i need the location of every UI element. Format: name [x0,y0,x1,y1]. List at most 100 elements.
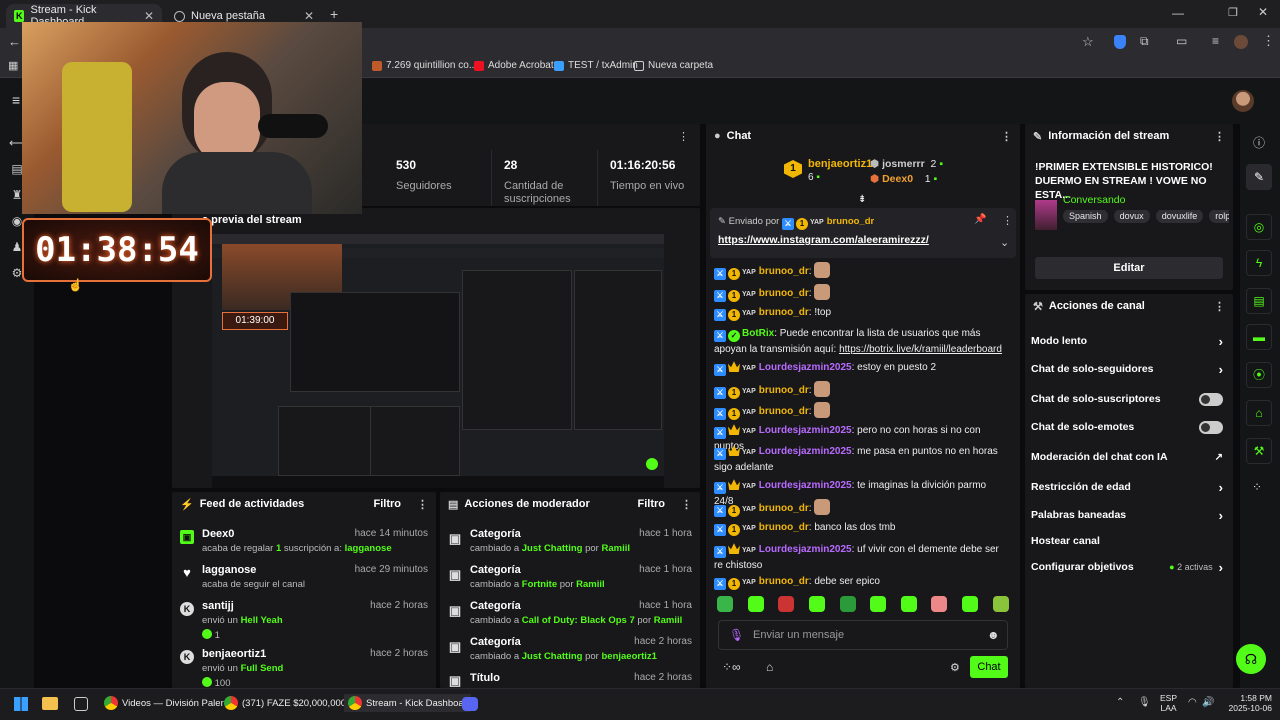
chat-username[interactable]: brunoo_dr [759,522,809,533]
queue-icon[interactable]: ≡ [1212,34,1219,48]
windows-start-icon[interactable] [14,697,28,711]
close-icon[interactable]: ✕ [304,9,314,23]
channel-action-item[interactable]: Moderación del chat con IA ↗ [1031,446,1223,468]
apps-grid-icon[interactable]: ▦ [8,59,18,72]
chat-username[interactable]: brunoo_dr [759,406,809,417]
bookmark-item[interactable]: TEST / txAdmin [554,60,638,71]
tray-chevron-icon[interactable]: ⌃ [1116,697,1124,708]
tools-icon[interactable]: ⚒ [1246,438,1272,464]
store-icon[interactable]: ⌂ [766,660,773,674]
clock[interactable]: 1:58 PM 2025-10-06 [1224,693,1272,713]
pinned-link[interactable]: https://www.instagram.com/aleeramirezzz/ [718,234,929,246]
channel-action-item[interactable]: Chat de solo-emotes [1031,416,1223,438]
panel-menu-icon[interactable]: ⋮ [1214,130,1225,143]
minimize-icon[interactable]: — [1172,6,1184,20]
preview-video[interactable]: 01:39:00 [212,234,664,488]
emote-icon[interactable] [809,596,826,612]
unpin-icon[interactable]: 📌 [974,214,986,225]
pinned-menu-icon[interactable]: ⋮ [1002,214,1013,227]
channel-action-item[interactable]: Modo lento › [1031,330,1223,352]
chat-input[interactable]: 🎙 Enviar un mensaje ☻ [718,620,1008,650]
document-icon[interactable]: ▤ [1246,288,1272,314]
panel-menu-icon[interactable]: ⋮ [1001,130,1012,143]
microphone-icon[interactable]: 🎙 [1138,697,1151,708]
chat-username[interactable]: brunoo_dr [759,307,809,318]
bookmark-item[interactable]: Nueva carpeta [634,60,713,71]
panel-menu-icon[interactable]: ⋮ [1214,300,1225,313]
send-chat-button[interactable]: Chat [970,656,1008,678]
window-close-icon[interactable]: ✕ [1258,5,1268,19]
chat-username[interactable]: brunoo_dr [759,266,809,277]
chevron-down-icon[interactable]: ⌄ [1000,236,1009,249]
emote-icon[interactable] [747,596,764,612]
chat-username[interactable]: Lourdesjazmin2025 [759,425,852,436]
feed-filter-button[interactable]: Filtro [374,498,402,510]
back-icon[interactable]: ← [8,34,21,49]
star-icon[interactable]: ☆ [1082,34,1094,50]
chat-username[interactable]: brunoo_dr [759,503,809,514]
stream-category[interactable]: Conversando [1063,194,1125,206]
taskbar-item[interactable]: (371) FAZE $20,000,000 : [224,696,351,710]
panel-menu-icon[interactable]: ⋮ [678,130,689,143]
edit-stream-button[interactable]: Editar [1035,257,1223,279]
channel-action-item[interactable]: Restricción de edad › [1031,476,1223,498]
emote-icon[interactable] [962,596,979,612]
channel-action-item[interactable]: Chat de solo-seguidores › [1031,358,1223,380]
extensions-icon[interactable]: ⧉ [1140,34,1149,49]
emote-icon[interactable] [778,596,795,612]
expand-leaders-icon[interactable]: ⇟ [858,194,866,205]
wifi-icon[interactable]: ◠ [1188,697,1197,708]
lightning-icon[interactable]: ϟ [1246,250,1272,276]
broadcast-icon[interactable]: ⦿ [1246,362,1272,388]
chat-username[interactable]: BotRix [742,328,774,339]
file-explorer-icon[interactable] [42,697,58,710]
close-icon[interactable]: ✕ [144,9,154,23]
menu-kebab-icon[interactable]: ⋮ [1262,33,1275,49]
taskbar-item[interactable]: Videos — División Paler [104,696,224,710]
chat-username[interactable]: brunoo_dr [759,576,809,587]
chat-username[interactable]: Lourdesjazmin2025 [759,362,852,373]
emote-icon[interactable] [992,596,1009,612]
channel-action-item[interactable]: Hostear canal [1031,530,1223,552]
profile-avatar[interactable] [1234,35,1248,49]
taskbar-item-active[interactable]: Stream - Kick Dashboar [344,694,471,712]
emote-icon[interactable] [931,596,948,612]
apps-icon[interactable]: ⁘ [1252,480,1262,494]
chat-link[interactable]: https://botrix.live/k/ramiil/leaderboard [839,344,1002,355]
modactions-filter-button[interactable]: Filtro [638,498,666,510]
channel-action-item[interactable]: Chat de solo-suscriptores [1031,388,1223,410]
edit-icon[interactable]: ✎ [1246,164,1272,190]
cast-icon[interactable]: ▭ [1176,34,1187,48]
panel-menu-icon[interactable]: ⋮ [681,498,692,511]
chat-username[interactable]: Lourdesjazmin2025 [759,480,852,491]
panel-menu-icon[interactable]: ⋮ [417,498,428,511]
toggle-switch[interactable] [1199,392,1223,406]
camera-icon[interactable]: ◎ [1246,214,1272,240]
volume-icon[interactable]: 🔊 [1202,697,1214,708]
channel-action-item[interactable]: Configurar objetivos ● 2 activas › [1031,556,1223,578]
user-avatar[interactable] [1232,90,1254,112]
maximize-icon[interactable]: ❐ [1228,6,1238,19]
channel-points-icon[interactable]: ⁘∞ [722,660,741,674]
emoji-icon[interactable]: ☻ [987,628,1000,642]
hamburger-menu-icon[interactable]: ≡ [12,92,20,108]
language-indicator[interactable]: ESP LAA [1160,693,1177,713]
channel-action-item[interactable]: Palabras baneadas › [1031,504,1223,526]
emote-icon[interactable] [900,596,917,612]
bookmark-item[interactable]: 7.269 quintillion co... [372,60,477,71]
emote-icon[interactable] [839,596,856,612]
microphone-icon[interactable]: 🎙 [729,628,744,642]
new-tab-icon[interactable]: + [330,6,338,22]
toggle-switch[interactable] [1199,420,1223,434]
discord-icon[interactable] [462,697,478,711]
store-icon[interactable]: ⌂ [1246,400,1272,426]
chat-settings-icon[interactable]: ⚙ [950,661,960,674]
chat-username[interactable]: Lourdesjazmin2025 [759,446,852,457]
app-icon[interactable] [74,697,88,711]
shield-extension-icon[interactable] [1114,35,1126,49]
info-icon[interactable]: ⓘ [1253,134,1265,151]
chat-username[interactable]: brunoo_dr [759,288,809,299]
bookmark-item[interactable]: Adobe Acrobat [474,60,554,71]
chat-username[interactable]: Lourdesjazmin2025 [759,544,852,555]
emote-icon[interactable] [717,596,734,612]
